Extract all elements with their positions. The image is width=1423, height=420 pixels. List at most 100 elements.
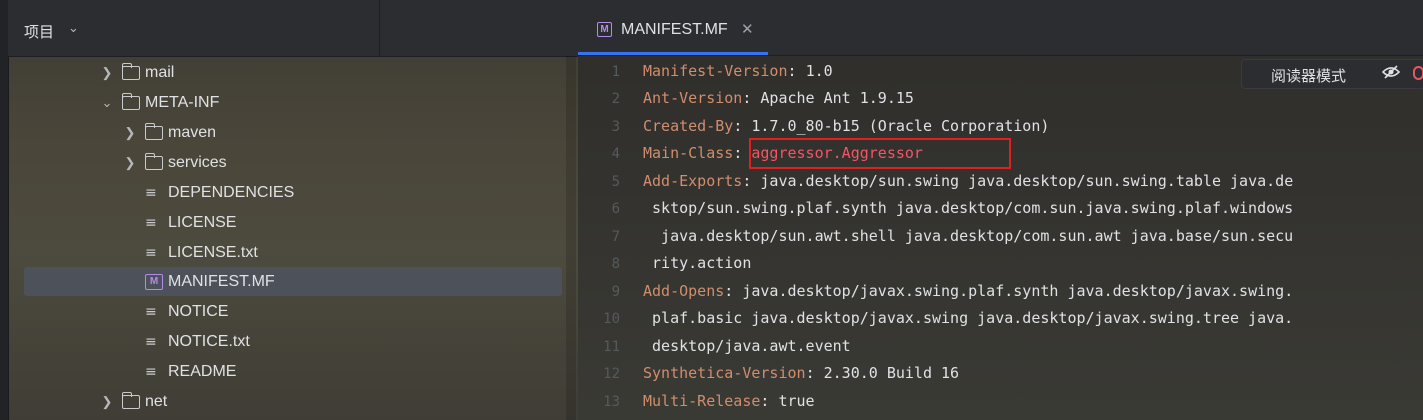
- tree-item-label: DEPENDENCIES: [168, 184, 295, 201]
- project-panel: 项目 ⌄ ❯ mail ⌄ META-INF ❯ maven ❯ service…: [0, 0, 578, 420]
- chevron-right-icon[interactable]: ❯: [123, 155, 137, 171]
- selected-row-highlight: [24, 267, 562, 296]
- tree-item-license-txt[interactable]: ≡ LICENSE.txt: [145, 238, 258, 268]
- manifest-value: sktop/sun.swing.plaf.synth java.desktop/…: [643, 199, 1294, 217]
- manifest-value: java.desktop/sun.awt.shell java.desktop/…: [643, 227, 1294, 245]
- tab-manifest-mf[interactable]: M MANIFEST.MF ✕: [578, 0, 768, 55]
- tree-item-label: LICENSE.txt: [168, 244, 258, 261]
- tree-item-label: NOTICE.txt: [168, 333, 250, 350]
- manifest-file-icon: M: [597, 22, 612, 37]
- tree-item-net[interactable]: ❯ net: [100, 387, 167, 417]
- manifest-value: Apache Ant 1.9.15: [760, 89, 914, 107]
- tree-item-services[interactable]: ❯ services: [123, 148, 227, 178]
- tree-item-label: MANIFEST.MF: [168, 273, 275, 290]
- folder-icon: [121, 392, 140, 409]
- code-line[interactable]: java.desktop/sun.awt.shell java.desktop/…: [643, 227, 1293, 245]
- chevron-right-icon[interactable]: ❯: [100, 394, 114, 410]
- manifest-key: Add-Exports: [643, 172, 743, 190]
- manifest-value: java.desktop/sun.swing java.desktop/sun.…: [760, 172, 1294, 190]
- tree-item-label: net: [145, 393, 168, 410]
- manifest-value: 1.0: [805, 62, 833, 80]
- code-line[interactable]: Add-Exports: java.desktop/sun.swing java…: [643, 172, 1293, 190]
- manifest-value: true: [778, 392, 815, 410]
- text-file-icon: ≡: [145, 364, 157, 380]
- manifest-value: 2.30.0 Build 16: [823, 364, 960, 382]
- tree-item-label: maven: [168, 124, 217, 141]
- manifest-value: desktop/java.awt.event: [643, 337, 851, 355]
- tree-item-readme[interactable]: ≡ README: [145, 357, 236, 387]
- reader-mode-button[interactable]: 阅读器模式: [1271, 65, 1346, 86]
- tree-item-notice[interactable]: ≡ NOTICE: [145, 297, 228, 327]
- text-file-icon: ≡: [145, 215, 157, 231]
- line-number: 9: [611, 284, 620, 300]
- manifest-key: Synthetica-Version: [643, 364, 806, 382]
- manifest-key: Ant-Version: [643, 89, 743, 107]
- code-line[interactable]: Add-Opens: java.desktop/javax.swing.plaf…: [643, 282, 1293, 300]
- tree-item-dependencies[interactable]: ≡ DEPENDENCIES: [145, 178, 294, 208]
- tree-item-label: META-INF: [145, 94, 220, 111]
- editor-panel: M MANIFEST.MF ✕ 1 2 3 4 5 6 7 8 9 10 11 …: [578, 0, 1423, 420]
- line-number: 3: [611, 119, 620, 135]
- line-number-gutter: 1 2 3 4 5 6 7 8 9 10 11 12 13: [578, 56, 628, 420]
- separator: :: [742, 172, 761, 190]
- line-number: 7: [611, 229, 620, 245]
- code-line[interactable]: plaf.basic java.desktop/javax.swing java…: [643, 309, 1293, 327]
- chevron-right-icon[interactable]: ❯: [100, 65, 114, 81]
- code-line[interactable]: Manifest-Version: 1.0: [643, 62, 833, 80]
- text-file-icon: ≡: [145, 245, 157, 261]
- editor-tab-bar: M MANIFEST.MF ✕: [578, 0, 1423, 56]
- manifest-value: java.desktop/javax.swing.plaf.synth java…: [742, 282, 1294, 300]
- code-line[interactable]: desktop/java.awt.event: [643, 337, 851, 355]
- active-tab-indicator: [578, 52, 768, 55]
- chevron-down-icon[interactable]: ⌄: [100, 95, 114, 111]
- manifest-file-icon: M: [145, 274, 163, 290]
- code-line[interactable]: Multi-Release: true: [643, 392, 815, 410]
- line-number: 1: [611, 64, 620, 80]
- line-number: 12: [603, 366, 620, 382]
- separator: :: [733, 117, 752, 135]
- project-panel-header: 项目 ⌄: [8, 0, 578, 57]
- line-number: 4: [611, 146, 620, 162]
- manifest-value: rity.action: [643, 254, 752, 272]
- error-indicator-icon[interactable]: [1413, 66, 1423, 80]
- tree-item-label: mail: [145, 64, 175, 81]
- close-icon[interactable]: ✕: [741, 20, 754, 38]
- tree-item-meta-inf[interactable]: ⌄ META-INF: [100, 88, 219, 118]
- manifest-key: Main-Class: [643, 144, 734, 162]
- manifest-key: Manifest-Version: [643, 62, 788, 80]
- line-number: 2: [611, 91, 620, 107]
- folder-icon: [144, 153, 163, 170]
- reader-mode-bar: 阅读器模式: [1241, 59, 1423, 89]
- eye-off-icon[interactable]: [1381, 64, 1401, 84]
- code-line[interactable]: Ant-Version: Apache Ant 1.9.15: [643, 89, 914, 107]
- manifest-key: Created-By: [643, 117, 734, 135]
- folder-icon: [144, 123, 163, 140]
- code-line[interactable]: sktop/sun.swing.plaf.synth java.desktop/…: [643, 199, 1293, 217]
- tree-item-mail[interactable]: ❯ mail: [100, 58, 174, 88]
- separator: :: [787, 62, 806, 80]
- project-view-title[interactable]: 项目: [24, 21, 54, 42]
- chevron-right-icon[interactable]: ❯: [123, 125, 137, 141]
- code-line[interactable]: Created-By: 1.7.0_80-b15 (Oracle Corpora…: [643, 117, 1049, 135]
- tree-item-notice-txt[interactable]: ≡ NOTICE.txt: [145, 327, 250, 357]
- separator: :: [805, 364, 824, 382]
- line-number: 5: [611, 174, 620, 190]
- chevron-down-icon[interactable]: ⌄: [68, 20, 79, 36]
- tab-label: MANIFEST.MF: [621, 21, 728, 38]
- tree-item-label: services: [168, 154, 227, 171]
- line-number: 10: [603, 311, 620, 327]
- tree-item-label: README: [168, 363, 237, 380]
- manifest-value: 1.7.0_80-b15 (Oracle Corporation): [751, 117, 1050, 135]
- tree-scrollbar[interactable]: [566, 56, 576, 420]
- tree-item-license[interactable]: ≡ LICENSE: [145, 208, 236, 238]
- header-divider: [379, 0, 380, 56]
- code-line[interactable]: rity.action: [643, 254, 751, 272]
- line-number: 8: [611, 256, 620, 272]
- tree-item-maven[interactable]: ❯ maven: [123, 118, 216, 148]
- tree-item-manifest-mf[interactable]: M MANIFEST.MF: [145, 267, 275, 297]
- folder-icon: [121, 63, 140, 80]
- separator: :: [724, 282, 743, 300]
- manifest-value: plaf.basic java.desktop/javax.swing java…: [643, 309, 1294, 327]
- code-line[interactable]: Synthetica-Version: 2.30.0 Build 16: [643, 364, 959, 382]
- folder-icon: [121, 93, 140, 110]
